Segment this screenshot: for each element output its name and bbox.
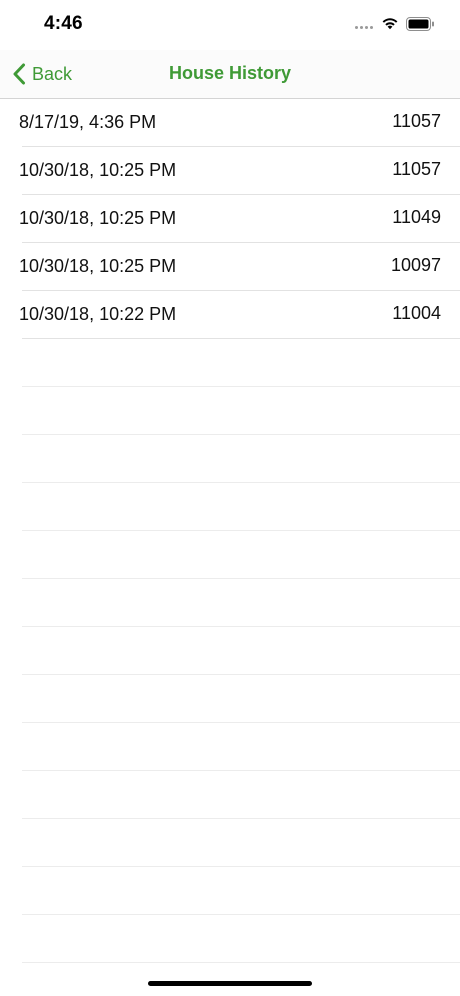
empty-row	[0, 675, 460, 723]
empty-row	[0, 723, 460, 771]
row-value: 11057	[392, 111, 441, 131]
empty-row	[0, 579, 460, 627]
empty-row	[0, 531, 460, 579]
empty-row	[0, 771, 460, 819]
table-row[interactable]: 8/17/19, 4:36 PM 11057	[0, 99, 460, 147]
navigation-bar: Back House History	[0, 50, 460, 99]
table-row[interactable]: 10/30/18, 10:25 PM 11049	[0, 195, 460, 243]
table-row[interactable]: 10/30/18, 10:25 PM 11057	[0, 147, 460, 195]
history-table: 8/17/19, 4:36 PM 11057 10/30/18, 10:25 P…	[0, 99, 460, 963]
empty-row	[0, 387, 460, 435]
row-date: 8/17/19, 4:36 PM	[19, 112, 157, 132]
empty-row	[0, 435, 460, 483]
wifi-icon	[382, 18, 398, 30]
battery-icon	[406, 17, 434, 31]
row-date: 10/30/18, 10:25 PM	[19, 256, 177, 276]
row-date: 10/30/18, 10:22 PM	[19, 304, 177, 324]
row-date: 10/30/18, 10:25 PM	[19, 160, 177, 180]
empty-row	[0, 483, 460, 531]
empty-row	[0, 867, 460, 915]
screen: 4:46 Back House History 8/17/19, 4:36 PM…	[0, 0, 460, 996]
empty-row	[0, 915, 460, 963]
empty-row	[0, 627, 460, 675]
row-value: 10097	[390, 255, 441, 275]
page-title: House History	[168, 63, 292, 83]
empty-row	[0, 819, 460, 867]
table-row[interactable]: 10/30/18, 10:22 PM 11004	[0, 291, 460, 339]
table-row[interactable]: 10/30/18, 10:25 PM 10097	[0, 243, 460, 291]
home-indicator[interactable]	[148, 981, 312, 986]
row-value: 11057	[392, 159, 441, 179]
status-bar: 4:46	[0, 0, 460, 50]
row-value: 11049	[392, 207, 441, 227]
row-date: 10/30/18, 10:25 PM	[19, 208, 177, 228]
signal-dots-icon	[355, 26, 375, 30]
status-time: 4:46	[44, 13, 83, 34]
row-value: 11004	[392, 303, 441, 323]
empty-row	[0, 339, 460, 387]
